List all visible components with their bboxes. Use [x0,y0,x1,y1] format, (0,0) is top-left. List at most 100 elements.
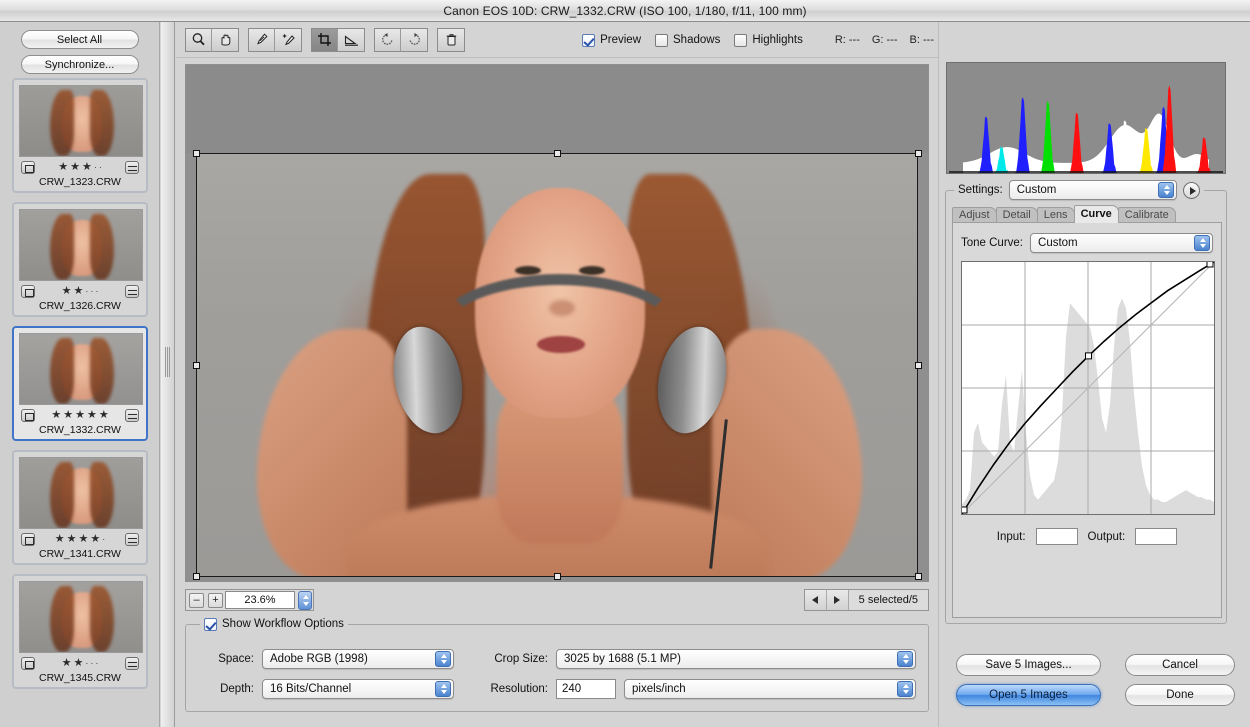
highlights-checkbox-box[interactable] [734,34,747,47]
tone-curve-plot[interactable] [962,262,1214,514]
star-4[interactable]: · [90,286,93,297]
crop-handle-mid-right[interactable] [915,362,922,369]
star-5[interactable]: · [99,162,102,173]
crop-handle-bottom-left[interactable] [193,573,200,580]
done-button[interactable]: Done [1125,684,1235,706]
crop-handle-bottom-center[interactable] [554,573,561,580]
space-select[interactable]: Adobe RGB (1998) [262,649,454,669]
star-5[interactable]: · [102,534,105,545]
star-5[interactable]: · [95,658,98,669]
panel-tabs[interactable]: AdjustDetailLensCurveCalibrate [952,205,1175,223]
hand-tool-icon[interactable] [212,29,238,51]
show-workflow-checkbox[interactable] [204,618,217,631]
shadows-checkbox[interactable]: Shadows [655,34,720,47]
depth-select[interactable]: 16 Bits/Channel [262,679,454,699]
crop-handle-bottom-right[interactable] [915,573,922,580]
star-3[interactable]: ★ [79,534,89,545]
thumbnail-rating[interactable]: ★★★·· [58,162,102,173]
star-2[interactable]: ★ [67,534,77,545]
select-all-button[interactable]: Select All [21,30,139,49]
tab-curve[interactable]: Curve [1074,205,1119,223]
rotate-cw-icon[interactable] [401,29,427,51]
star-1[interactable]: ★ [58,162,68,173]
resolution-unit-select[interactable]: pixels/inch [624,679,916,699]
image-preview-canvas[interactable] [185,64,929,582]
cancel-button[interactable]: Cancel [1125,654,1235,676]
star-3[interactable]: · [85,658,88,669]
star-1[interactable]: ★ [51,410,61,421]
zoom-out-button[interactable]: – [189,593,204,608]
input-field[interactable] [1036,528,1078,545]
tab-adjust[interactable]: Adjust [952,207,997,223]
output-field[interactable] [1135,528,1177,545]
star-5[interactable]: · [95,286,98,297]
eyedropper-tool-icon[interactable] [249,29,275,51]
crop-selection-box[interactable] [196,153,918,577]
star-2[interactable]: ★ [74,658,84,669]
star-1[interactable]: ★ [62,658,72,669]
resolution-input[interactable]: 240 [556,679,616,699]
rotate-ccw-icon[interactable] [375,29,401,51]
panel-splitter[interactable] [161,22,175,727]
thumbnail-crw_1332-crw[interactable]: ★★★★★CRW_1332.CRW [12,326,148,441]
thumbnail-rating[interactable]: ★★··· [62,658,99,669]
settings-select[interactable]: Custom [1009,180,1177,200]
synchronize-button[interactable]: Synchronize... [21,55,139,74]
trash-icon[interactable] [438,29,464,51]
thumbnail-crw_1345-crw[interactable]: ★★···CRW_1345.CRW [12,574,148,689]
star-2[interactable]: ★ [74,286,84,297]
save-images-button[interactable]: Save 5 Images... [956,654,1101,676]
star-1[interactable]: ★ [55,534,65,545]
crop-tool-icon[interactable] [312,29,338,51]
thumbnail-crw_1326-crw[interactable]: ★★···CRW_1326.CRW [12,202,148,317]
curve-control-point-1[interactable] [1085,353,1091,359]
tab-detail[interactable]: Detail [996,207,1038,223]
star-1[interactable]: ★ [62,286,72,297]
star-2[interactable]: ★ [63,410,73,421]
crop-handle-top-center[interactable] [554,150,561,157]
space-value: Adobe RGB (1998) [270,653,368,665]
tab-calibrate[interactable]: Calibrate [1118,207,1176,223]
zoom-tool-icon[interactable] [186,29,212,51]
star-3[interactable]: ★ [75,410,85,421]
preview-label: Preview [600,34,641,46]
star-2[interactable]: ★ [70,162,80,173]
open-images-button[interactable]: Open 5 Images [956,684,1101,706]
crop-handle-top-left[interactable] [193,150,200,157]
highlights-checkbox[interactable]: Highlights [734,34,803,47]
thumbnail-crw_1341-crw[interactable]: ★★★★·CRW_1341.CRW [12,450,148,565]
crop-handle-top-right[interactable] [915,150,922,157]
zoom-level-field[interactable]: 23.6% [225,591,295,609]
thumbnail-rating[interactable]: ★★★★· [55,534,106,545]
color-sampler-tool-icon[interactable] [275,29,301,51]
curve-control-point-0[interactable] [962,507,967,513]
tone-curve-graph[interactable] [961,261,1215,515]
thumbnail-list[interactable]: ★★★··CRW_1323.CRW★★···CRW_1326.CRW★★★★★C… [0,74,160,727]
previous-image-button[interactable] [805,590,827,610]
thumbnail-rating[interactable]: ★★··· [62,286,99,297]
star-5[interactable]: ★ [99,410,109,421]
zoom-stepper[interactable] [298,591,312,610]
thumbnail-rating[interactable]: ★★★★★ [51,410,108,421]
tone-curve-select[interactable]: Custom [1030,233,1213,253]
preview-checkbox[interactable]: Preview [582,34,641,47]
star-3[interactable]: ★ [82,162,92,173]
crop-handle-mid-left[interactable] [193,362,200,369]
star-4[interactable]: · [94,162,97,173]
star-4[interactable]: · [90,658,93,669]
straighten-tool-icon[interactable] [338,29,364,51]
show-workflow-options-toggle[interactable]: Show Workflow Options [200,616,348,632]
curve-control-point-2[interactable] [1207,262,1213,267]
shadows-checkbox-box[interactable] [655,34,668,47]
next-image-button[interactable] [827,590,849,610]
crop-size-select[interactable]: 3025 by 1688 (5.1 MP) [556,649,916,669]
star-4[interactable]: ★ [87,410,97,421]
preview-checkbox-box[interactable] [582,34,595,47]
thumbnail-filename: CRW_1326.CRW [19,299,141,312]
star-4[interactable]: ★ [90,534,100,545]
star-3[interactable]: · [85,286,88,297]
tab-lens[interactable]: Lens [1037,207,1075,223]
zoom-in-button[interactable]: + [208,593,223,608]
settings-menu-button[interactable] [1183,182,1200,199]
thumbnail-crw_1323-crw[interactable]: ★★★··CRW_1323.CRW [12,78,148,193]
